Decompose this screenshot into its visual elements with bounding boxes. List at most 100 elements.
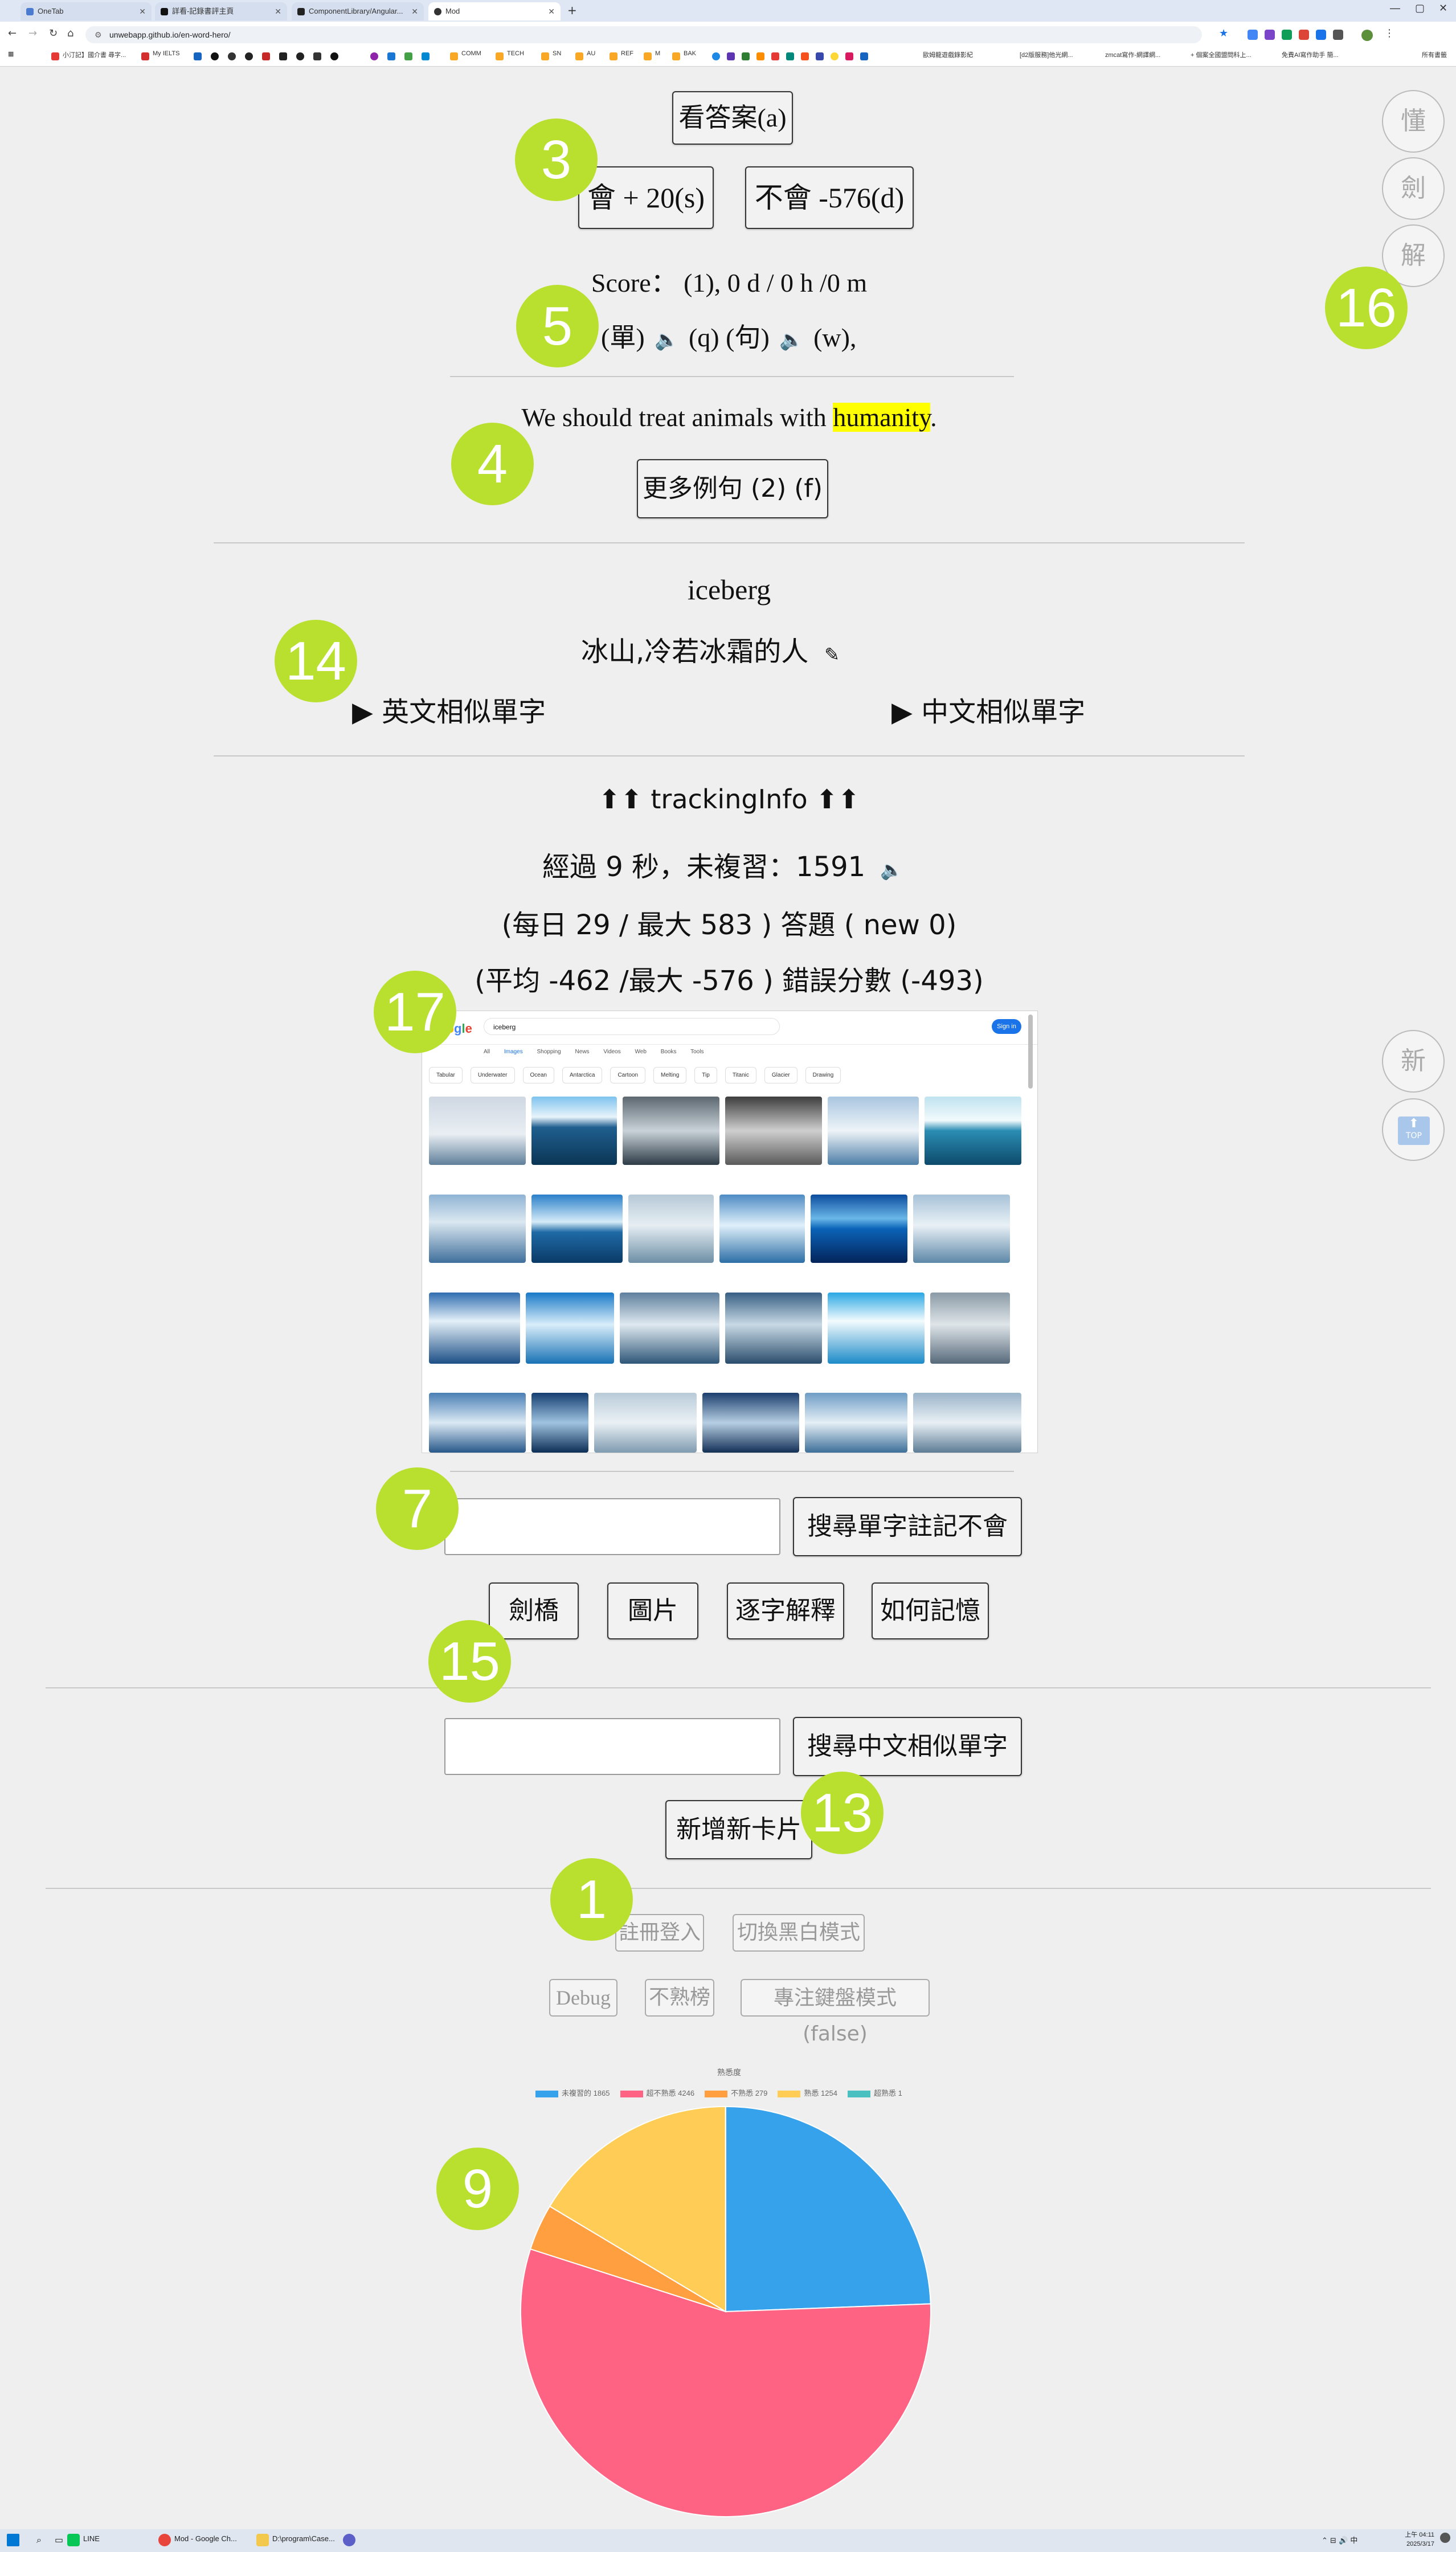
site-info-icon[interactable]: ⚙ [95, 26, 102, 43]
speaker-icon[interactable]: 🔈 [779, 329, 803, 351]
clock[interactable]: 上午 04:11 2025/3/17 [1394, 2530, 1434, 2549]
bookmark-favicon[interactable] [228, 52, 236, 60]
bookmark-favicon-row[interactable] [194, 52, 444, 60]
close-icon[interactable]: ✕ [411, 2, 418, 21]
iceberg-thumbnail[interactable] [925, 1097, 1021, 1165]
github-icon[interactable] [296, 52, 304, 60]
iceberg-thumbnail[interactable] [531, 1393, 588, 1453]
pie-slice-0[interactable] [725, 2105, 931, 2313]
edit-pencil-icon[interactable]: ✎ [824, 644, 840, 665]
speaker-icon[interactable]: 🔈 [655, 329, 678, 351]
bookmark-favicon[interactable] [801, 52, 809, 60]
extension-icon[interactable] [1316, 30, 1326, 40]
search-zh-similar-button[interactable]: 搜尋中文相似單字 [793, 1717, 1022, 1776]
task-view-icon[interactable]: ▭ [55, 2534, 63, 2545]
youtube-icon[interactable] [51, 52, 59, 60]
iceberg-thumbnail[interactable] [623, 1097, 719, 1165]
bookmark-item[interactable]: 小汀記】國介書 尋字... [63, 50, 126, 59]
legend-item[interactable]: 超熟悉 1 [847, 2089, 902, 2097]
bookmark-folder-m[interactable]: M [655, 50, 660, 57]
iceberg-thumbnail[interactable] [429, 1195, 526, 1263]
iceberg-thumbnail[interactable] [930, 1293, 1010, 1364]
bookmark-favicon[interactable] [370, 52, 378, 60]
en-similar-toggle[interactable]: ▶ 英文相似單字 [352, 689, 546, 729]
system-tray-icons[interactable]: ⌃ ⊟ 🔊 中 [1322, 2534, 1357, 2545]
bookmark-favicon[interactable] [279, 52, 287, 60]
notification-icon[interactable] [1440, 2533, 1450, 2543]
search-note-input[interactable] [444, 1498, 780, 1555]
bookmark-item[interactable]: + 個案全國盟問科上... [1191, 50, 1251, 59]
tab-mod[interactable]: Mod ✕ [428, 2, 561, 21]
extension-icon[interactable] [1282, 30, 1292, 40]
word-explain-link[interactable]: 逐字解釋 [727, 1582, 844, 1639]
search-zh-input[interactable] [444, 1718, 780, 1775]
google-tabs[interactable]: All Images Shopping News Videos Web Book… [484, 1049, 704, 1055]
bookmark-item[interactable]: zmcat寫作-網譯網... [1105, 50, 1160, 59]
bookmark-item[interactable]: [d2版服務]他光網... [1020, 50, 1073, 59]
bookmark-favicon[interactable] [816, 52, 824, 60]
iceberg-thumbnail[interactable] [828, 1293, 925, 1364]
taskbar-app-explorer[interactable]: D:\program\Case... [272, 2534, 335, 2543]
bookmark-favicon[interactable] [422, 52, 430, 60]
iceberg-thumbnail[interactable] [913, 1393, 1021, 1453]
extensions-area[interactable]: ⋮ [1248, 27, 1407, 41]
add-card-button[interactable]: 新增新卡片 [665, 1800, 812, 1859]
bookmark-favicon[interactable] [845, 52, 853, 60]
folder-icon[interactable] [256, 2534, 269, 2546]
iceberg-thumbnail[interactable] [725, 1097, 822, 1165]
forward-icon[interactable]: → [28, 27, 37, 39]
register-login-button[interactable]: 註冊登入 [615, 1914, 704, 1952]
how-to-remember-link[interactable]: 如何記憶 [872, 1582, 989, 1639]
line-app-icon[interactable] [67, 2534, 80, 2546]
iceberg-thumbnail[interactable] [913, 1195, 1010, 1263]
iceberg-thumbnail[interactable] [594, 1393, 697, 1453]
bookmark-folder-bak[interactable]: BAK [684, 50, 696, 57]
bookmark-favicon[interactable] [387, 52, 395, 60]
tab-reviews[interactable]: 詳看-記錄書評主頁 ✕ [155, 2, 287, 21]
bookmark-folder-tech[interactable]: TECH [507, 50, 524, 57]
close-icon[interactable]: ✕ [548, 2, 555, 21]
legend-item[interactable]: 超不熟悉 4246 [620, 2089, 694, 2097]
iceberg-thumbnail[interactable] [526, 1293, 614, 1364]
iceberg-thumbnail[interactable] [429, 1097, 526, 1165]
home-icon[interactable]: ⌂ [67, 27, 73, 39]
extension-icon[interactable] [1265, 30, 1275, 40]
toggle-theme-button[interactable]: 切換黑白模式 [733, 1914, 865, 1952]
bookmark-favicon[interactable] [313, 52, 321, 60]
address-bar[interactable]: ⚙ unwebapp.github.io/en-word-hero/ [85, 26, 1202, 43]
bookmark-favicon[interactable] [756, 52, 764, 60]
app-icon[interactable] [343, 2534, 355, 2546]
taskbar-app-line[interactable]: LINE [83, 2534, 100, 2543]
audio-word-key[interactable]: (q) [689, 323, 719, 352]
search-note-button[interactable]: 搜尋單字註記不會 [793, 1497, 1022, 1556]
new-tab-button[interactable]: + [567, 3, 577, 17]
zh-similar-toggle[interactable]: ▶ 中文相似單字 [891, 689, 1085, 729]
bookmark-folder-comm[interactable]: COMM [461, 50, 481, 57]
iceberg-thumbnail[interactable] [628, 1195, 714, 1263]
close-icon[interactable]: ✕ [275, 2, 281, 21]
legend-item[interactable]: 未複習的 1865 [535, 2089, 610, 2097]
images-link[interactable]: 圖片 [607, 1582, 698, 1639]
focus-keyboard-mode-button[interactable]: 專注鍵盤模式 (false) [741, 1979, 930, 2046]
extension-icon[interactable] [1248, 30, 1258, 40]
bookmark-favicon[interactable] [330, 52, 338, 60]
iceberg-thumbnail[interactable] [719, 1195, 805, 1263]
speaker-icon[interactable]: 🔈 [880, 859, 903, 881]
extensions-puzzle-icon[interactable] [1333, 30, 1343, 40]
bookmark-favicon[interactable] [194, 52, 202, 60]
iceberg-thumbnail[interactable] [702, 1393, 799, 1453]
bookmark-favicon[interactable] [404, 52, 412, 60]
tab-onetab[interactable]: OneTab ✕ [21, 2, 152, 21]
bookmark-favicon[interactable] [771, 52, 779, 60]
unfamiliar-list-button[interactable]: 不熟榜 [645, 1979, 714, 2017]
close-window-icon[interactable]: ✕ [1439, 2, 1447, 14]
google-sign-in-button[interactable]: Sign in [992, 1019, 1021, 1034]
scroll-top-button[interactable]: ⬆ TOP [1382, 1098, 1445, 1161]
legend-item[interactable]: 不熟悉 279 [705, 2089, 767, 2097]
legend-item[interactable]: 熟悉 1254 [778, 2089, 837, 2097]
menu-icon[interactable]: ⋮ [1384, 27, 1394, 39]
bookmark-favicon[interactable] [712, 52, 720, 60]
bookmark-favicon[interactable] [831, 52, 839, 60]
iceberg-thumbnail[interactable] [811, 1195, 907, 1263]
iceberg-thumbnail[interactable] [531, 1097, 617, 1165]
